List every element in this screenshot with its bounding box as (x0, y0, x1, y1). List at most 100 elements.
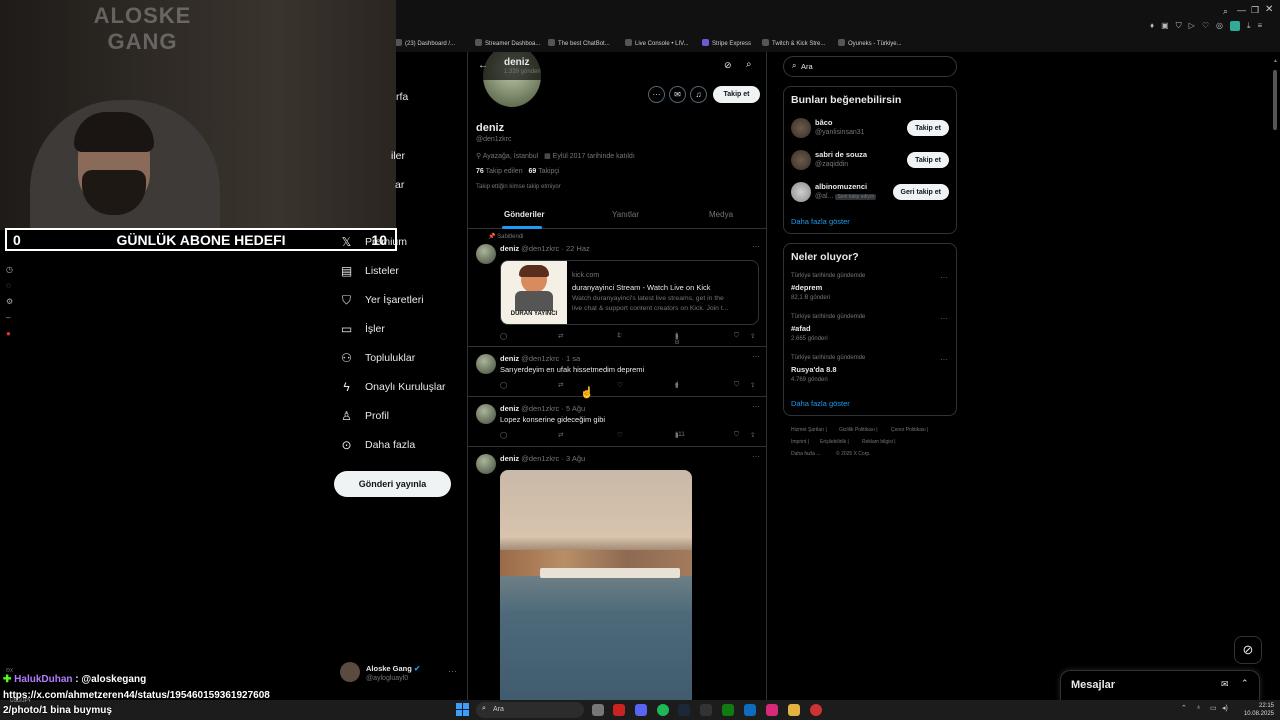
grok-icon[interactable]: ⊘ (724, 60, 732, 71)
share-icon[interactable]: ⇪ (750, 431, 755, 439)
clock-icon[interactable]: ◷ (6, 262, 16, 278)
avatar[interactable] (791, 118, 811, 138)
folder-icon[interactable] (788, 704, 800, 716)
trend-more-icon[interactable]: ··· (940, 314, 948, 323)
search-input[interactable]: ⌕ Ara (783, 56, 957, 77)
footer-link[interactable]: Reklam bilgisi | (862, 439, 896, 445)
instagram-icon[interactable] (766, 704, 778, 716)
avatar[interactable] (476, 454, 496, 474)
messages-drawer[interactable]: Mesajlar ✉ ⌃ (1060, 670, 1260, 700)
maximize-icon[interactable]: ❐ (1251, 5, 1259, 16)
more-options-icon[interactable]: ··· (648, 86, 665, 103)
chevron-up-icon[interactable]: ⌃ (1181, 704, 1187, 712)
menu-icon[interactable]: ≡ (1258, 21, 1263, 33)
footer-link[interactable]: Gizlilik Politikası | (839, 427, 878, 433)
search-icon[interactable]: ⌕ (746, 59, 752, 70)
extension-icon[interactable]: ♦ (1150, 21, 1154, 33)
close-icon[interactable]: ✕ (1265, 4, 1273, 15)
bookmark-item[interactable]: Live Console • LIV... (625, 39, 689, 47)
trend-name[interactable]: #afad (791, 324, 811, 333)
scroll-up-icon[interactable]: ▲ (1273, 58, 1278, 64)
notification-bell-icon[interactable]: ♫ (690, 86, 707, 103)
more-icon[interactable]: ··· (448, 666, 457, 676)
avatar[interactable] (476, 244, 496, 264)
bookmark-item[interactable]: Streamer Dashboa... (475, 39, 540, 47)
app-icon[interactable] (700, 704, 712, 716)
nav-item-premium[interactable]: 𝕏 Premium (340, 232, 407, 252)
tweet-more-icon[interactable]: ··· (752, 402, 760, 411)
avatar[interactable] (791, 182, 811, 202)
record-icon[interactable]: ● (6, 326, 16, 342)
volume-icon[interactable]: ◂) (1222, 704, 1228, 712)
author-name[interactable]: deniz (500, 354, 519, 363)
tweet[interactable]: deniz @den1zkrc · 1 sa ··· Sarıyerdeyim … (468, 348, 766, 397)
nav-item-more[interactable]: ⊙ Daha fazla (340, 435, 415, 455)
footer-link[interactable]: Erişilebilirlik | (820, 439, 849, 445)
app-icon[interactable] (613, 704, 625, 716)
bookmark-item[interactable]: The best ChatBot... (548, 39, 610, 47)
retweet-icon[interactable]: ⇄ (558, 332, 563, 340)
search-icon[interactable]: ⌕ (1223, 6, 1228, 17)
reply-icon[interactable]: ◯ (500, 431, 507, 439)
profile-icon[interactable] (1229, 21, 1240, 31)
bookmark-item[interactable]: (23) Dashboard /... (395, 39, 455, 47)
reply-icon[interactable]: ◯ (500, 381, 507, 389)
footer-link[interactable]: Hizmet Şartları | (791, 427, 827, 433)
follow-button[interactable]: Takip et (907, 120, 949, 136)
xbox-icon[interactable] (722, 704, 734, 716)
avatar[interactable] (476, 404, 496, 424)
download-icon[interactable]: ⤓ (1247, 21, 1251, 33)
gear-icon[interactable]: ⚙ (6, 294, 16, 310)
author-name[interactable]: deniz (500, 244, 519, 253)
scrollbar[interactable]: ▲ (1272, 56, 1278, 696)
suggestion-name[interactable]: albinomuzenci (815, 182, 867, 191)
link-card[interactable]: DURAN YAYINCI kick.com duranyayinci Stre… (500, 260, 759, 325)
bookmark-item[interactable]: Oyuneks - Türkiye... (838, 39, 902, 47)
scrollbar-thumb[interactable] (1273, 70, 1277, 130)
nav-item-partial[interactable]: rfa (396, 87, 408, 107)
extension-icon[interactable]: ▣ (1161, 21, 1169, 33)
tab-replies[interactable]: Yanıtlar (612, 210, 639, 219)
tweet[interactable]: 📌 Sabitlendi deniz @den1zkrc · 22 Haz ··… (468, 230, 766, 347)
nav-item-communities[interactable]: ⚇ Topluluklar (340, 348, 415, 368)
edge-icon[interactable] (744, 704, 756, 716)
avatar[interactable] (476, 354, 496, 374)
bookmark-item[interactable]: Stripe Express (702, 39, 751, 47)
opera-icon[interactable] (810, 704, 822, 716)
tab-posts[interactable]: Gönderiler (504, 210, 544, 219)
reply-icon[interactable]: ◯ (500, 332, 507, 340)
nav-item-bookmarks[interactable]: ⛉ Yer İşaretleri (340, 290, 424, 310)
follow-button[interactable]: Takip et (907, 152, 949, 168)
post-button[interactable]: Gönderi yayınla (334, 471, 451, 497)
windows-start-icon[interactable] (456, 703, 469, 716)
bookmark-icon[interactable]: ⛉ (734, 332, 739, 340)
trend-more-icon[interactable]: ··· (940, 273, 948, 282)
suggestion-name[interactable]: bâco (815, 118, 833, 127)
footer-link[interactable]: Çerez Politikası | (891, 427, 928, 433)
nav-item-jobs[interactable]: ▭ İşler (340, 319, 385, 339)
footer-link[interactable]: Imprint | (791, 439, 809, 445)
retweet-icon[interactable]: ⇄ (558, 431, 563, 439)
taskbar-search[interactable]: ⌕ Ara (476, 702, 584, 718)
retweet-icon[interactable]: ⇄ (558, 381, 563, 389)
heart-icon[interactable]: ♡ (617, 381, 623, 389)
task-view-icon[interactable] (592, 704, 604, 716)
spotify-icon[interactable] (657, 704, 669, 716)
microphone-icon[interactable]: ♁ (1196, 704, 1201, 711)
show-more-link[interactable]: Daha fazla göster (791, 217, 850, 226)
share-icon[interactable]: ⇪ (750, 332, 755, 340)
nav-item-partial[interactable]: ar (395, 175, 404, 195)
author-name[interactable]: deniz (500, 404, 519, 413)
tweet-more-icon[interactable]: ··· (752, 452, 760, 461)
tab-media[interactable]: Medya (709, 210, 733, 219)
follow-button[interactable]: Takip et (713, 86, 760, 103)
nav-item-partial[interactable]: iler (391, 146, 405, 166)
chevron-up-icon[interactable]: ⌃ (1241, 678, 1249, 689)
grok-icon[interactable]: ⊘ (1234, 636, 1262, 664)
show-more-link[interactable]: Daha fazla göster (791, 399, 850, 408)
followers-link[interactable]: 69 Takipçi (528, 168, 559, 175)
play-icon[interactable]: ▷ (1189, 21, 1195, 33)
network-icon[interactable]: ▭ (1210, 704, 1217, 712)
heart-icon[interactable]: ♡ (1202, 21, 1209, 33)
new-message-icon[interactable]: ✉ (1221, 679, 1229, 690)
